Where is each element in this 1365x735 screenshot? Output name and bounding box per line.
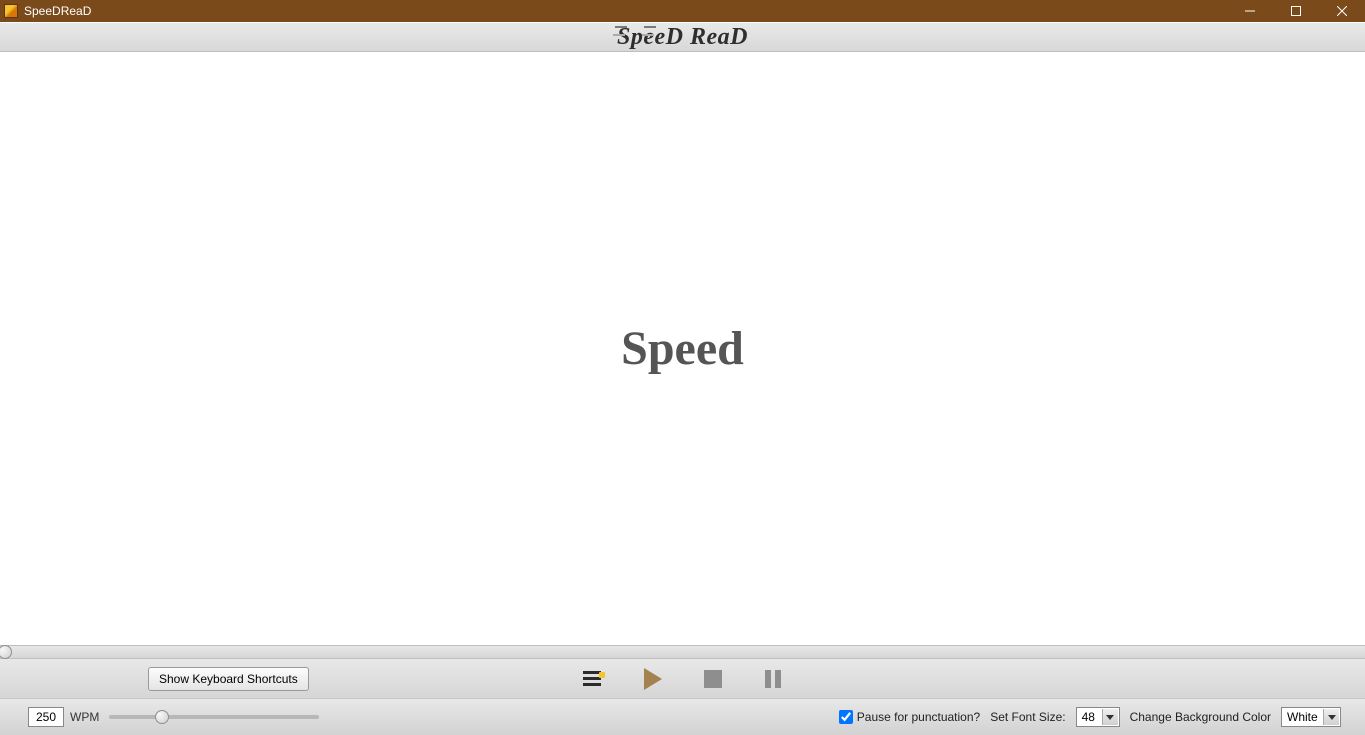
close-button[interactable]	[1319, 0, 1365, 22]
open-file-button[interactable]	[581, 667, 605, 691]
logo-bar: SpeeD ReaD	[0, 22, 1365, 52]
app-logo: SpeeD ReaD	[617, 24, 748, 51]
minimize-button[interactable]	[1227, 0, 1273, 22]
chevron-down-icon	[1102, 709, 1118, 725]
pause-punctuation-label: Pause for punctuation?	[857, 710, 980, 724]
pause-icon	[765, 670, 781, 688]
bg-color-select[interactable]: White	[1281, 707, 1341, 727]
stop-icon	[704, 670, 722, 688]
stop-button[interactable]	[701, 667, 725, 691]
chevron-down-icon	[1323, 709, 1339, 725]
list-icon	[583, 671, 603, 687]
control-bar-bottom: WPM Pause for punctuation? Set Font Size…	[0, 699, 1365, 735]
current-word: Speed	[621, 321, 744, 376]
pause-punctuation-checkbox[interactable]	[839, 710, 853, 724]
window-title: SpeeDReaD	[24, 4, 91, 18]
bg-color-value: White	[1287, 710, 1318, 724]
reader-area: Speed	[0, 52, 1365, 645]
font-size-label: Set Font Size:	[990, 710, 1065, 724]
title-bar: SpeeDReaD	[0, 0, 1365, 22]
play-icon	[644, 668, 662, 690]
pause-punctuation-group: Pause for punctuation?	[839, 710, 980, 724]
wpm-group: WPM	[28, 707, 319, 727]
app-icon	[4, 4, 18, 18]
wpm-slider[interactable]	[109, 715, 319, 719]
play-button[interactable]	[641, 667, 665, 691]
maximize-button[interactable]	[1273, 0, 1319, 22]
progress-slider[interactable]	[0, 645, 1365, 659]
show-shortcuts-button[interactable]: Show Keyboard Shortcuts	[148, 667, 309, 691]
right-controls: Pause for punctuation? Set Font Size: 48…	[839, 707, 1341, 727]
progress-thumb[interactable]	[0, 645, 12, 659]
player-controls	[581, 667, 785, 691]
font-size-select[interactable]: 48	[1076, 707, 1120, 727]
wpm-label: WPM	[70, 710, 99, 724]
wpm-input[interactable]	[28, 707, 64, 727]
pause-button[interactable]	[761, 667, 785, 691]
control-bar-top: Show Keyboard Shortcuts	[0, 659, 1365, 699]
wpm-slider-thumb[interactable]	[155, 710, 169, 724]
font-size-value: 48	[1082, 710, 1095, 724]
bg-color-label: Change Background Color	[1130, 710, 1271, 724]
